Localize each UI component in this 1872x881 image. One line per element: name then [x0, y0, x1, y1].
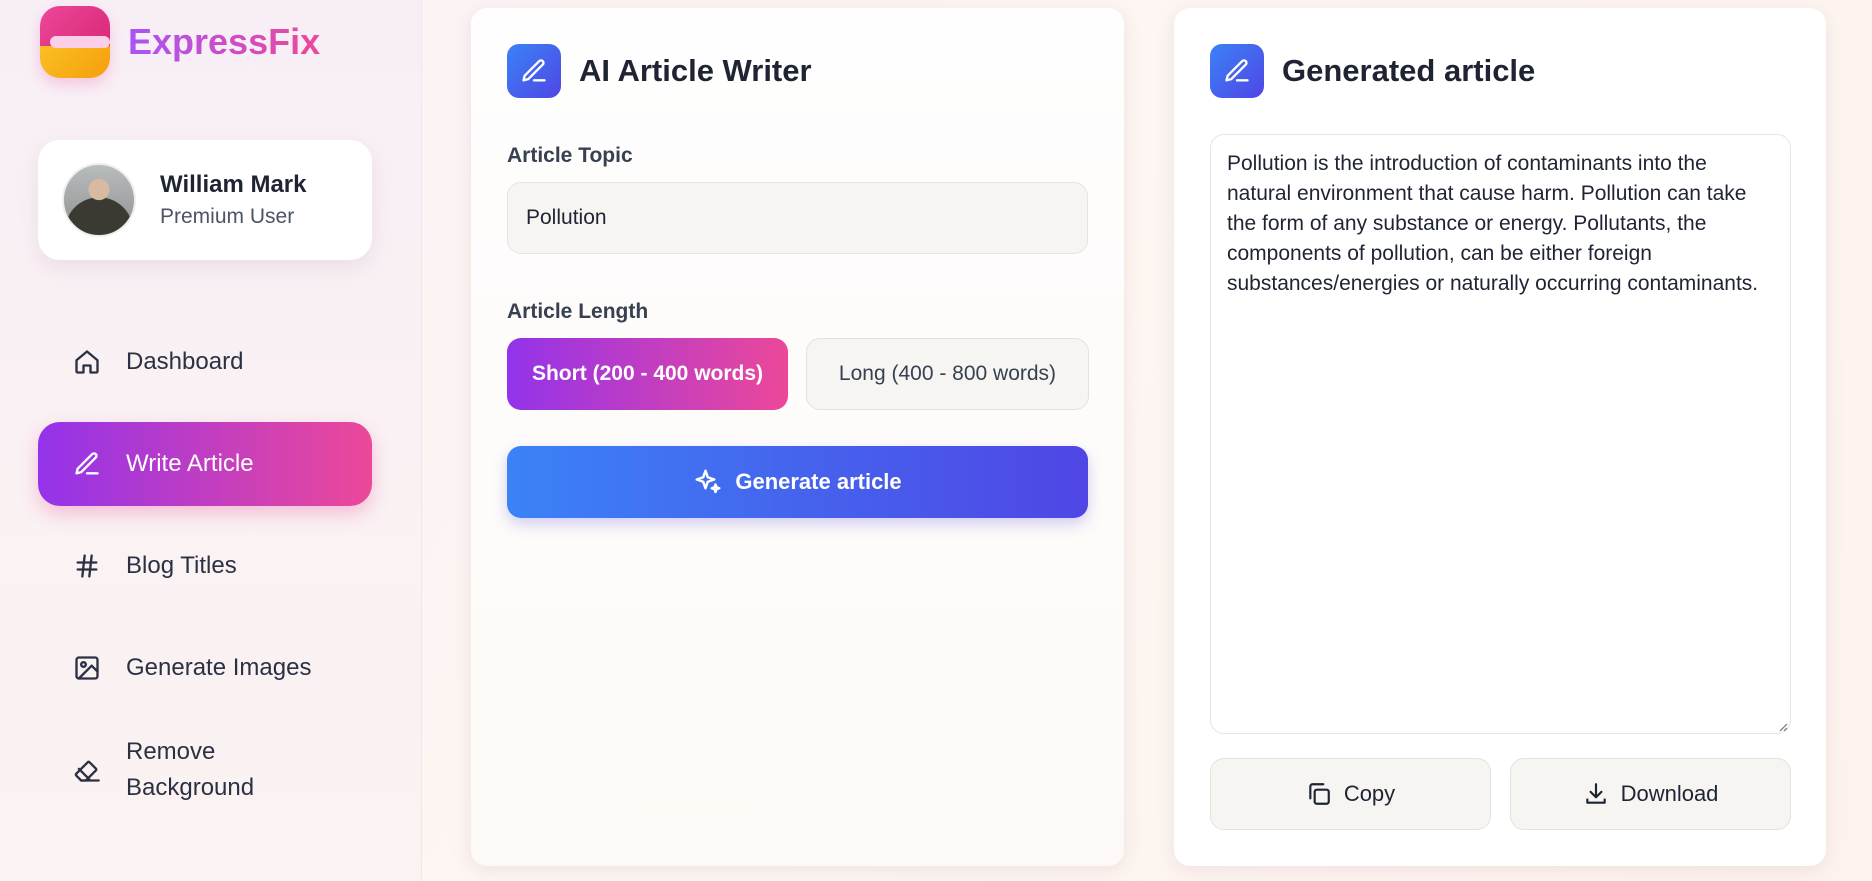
- user-name: William Mark: [160, 171, 307, 198]
- brand[interactable]: ExpressFix: [40, 6, 320, 78]
- sidebar-item-label: Remove Background: [126, 738, 255, 801]
- length-label: Article Length: [507, 300, 649, 323]
- pen-icon: [72, 449, 102, 479]
- hash-icon: [72, 551, 102, 581]
- article-writer-card: AI Article Writer Article Topic Article …: [471, 8, 1124, 866]
- brand-name: ExpressFix: [128, 21, 321, 62]
- card-title: Generated article: [1282, 53, 1536, 88]
- sidebar: ExpressFix William Mark Premium User Das…: [0, 0, 422, 881]
- sidebar-nav: Dashboard Write Article Blog Titles Gene…: [38, 320, 372, 830]
- article-output-textarea[interactable]: Pollution is the introduction of contami…: [1210, 134, 1791, 734]
- sidebar-item-label: Write Article: [126, 450, 254, 477]
- home-icon: [72, 347, 102, 377]
- copy-button[interactable]: Copy: [1210, 758, 1491, 830]
- sidebar-item-generate-images[interactable]: Generate Images: [38, 626, 372, 710]
- download-icon: [1585, 783, 1606, 804]
- sidebar-item-blog-titles[interactable]: Blog Titles: [38, 524, 372, 608]
- length-option-short[interactable]: Short (200 - 400 words): [507, 338, 788, 410]
- sparkles-icon: [695, 469, 721, 494]
- image-icon: [72, 653, 102, 683]
- copy-label: Copy: [1343, 781, 1396, 806]
- download-button[interactable]: Download: [1510, 758, 1791, 830]
- user-role: Premium User: [160, 205, 295, 228]
- avatar: [62, 163, 136, 237]
- generate-article-button[interactable]: Generate article: [507, 446, 1088, 518]
- logo-icon: [40, 6, 110, 78]
- sidebar-item-remove-background[interactable]: Remove Background: [38, 728, 372, 812]
- copy-icon: [1309, 783, 1330, 805]
- pen-icon: [507, 44, 561, 98]
- generate-article-label: Generate article: [735, 469, 902, 494]
- sidebar-item-label: Generate Images: [126, 654, 312, 681]
- download-label: Download: [1620, 781, 1719, 806]
- card-title: AI Article Writer: [579, 53, 812, 88]
- length-option-long[interactable]: Long (400 - 800 words): [806, 338, 1089, 410]
- sidebar-item-label: Blog Titles: [126, 552, 237, 579]
- resize-handle-icon[interactable]: [1776, 720, 1788, 732]
- sidebar-item-write-article[interactable]: Write Article: [38, 422, 372, 506]
- eraser-icon: [72, 755, 102, 785]
- pen-icon: [1210, 44, 1264, 98]
- sidebar-item-dashboard[interactable]: Dashboard: [38, 320, 372, 404]
- topic-input[interactable]: [507, 182, 1088, 254]
- sidebar-item-label: Dashboard: [126, 348, 244, 375]
- topic-label: Article Topic: [507, 144, 633, 167]
- user-card[interactable]: William Mark Premium User: [38, 140, 372, 260]
- generated-article-card: Generated article Pollution is the intro…: [1174, 8, 1826, 866]
